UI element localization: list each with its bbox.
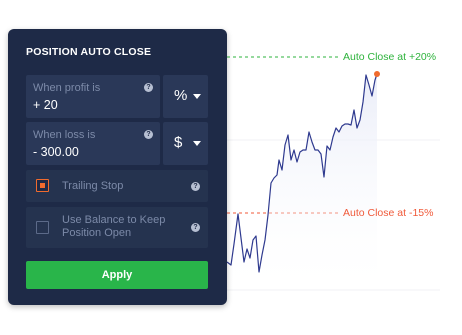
loss-field[interactable]: When loss is - 300.00 ? [26,122,160,165]
help-icon[interactable]: ? [191,182,200,191]
loss-field-value[interactable]: - 300.00 [33,145,79,159]
loss-unit-select[interactable]: $ [163,122,208,165]
price-area [227,74,377,300]
profit-field-label: When profit is [33,82,101,94]
trailing-stop-option[interactable]: Trailing Stop ? [26,170,208,202]
profit-field[interactable]: When profit is + 20 ? [26,75,160,118]
profit-unit-select[interactable]: % [163,75,208,118]
loss-field-label: When loss is [33,129,96,141]
trailing-stop-label: Trailing Stop [62,180,124,192]
stop-loss-label: Auto Close at -15% [343,207,434,219]
help-icon[interactable]: ? [144,130,153,139]
position-auto-close-panel: POSITION AUTO CLOSE When profit is + 20 … [8,29,227,305]
chevron-down-icon [193,94,201,99]
profit-unit-value: % [174,87,188,104]
current-price-marker [374,71,380,77]
chevron-down-icon [193,141,201,146]
use-balance-label: Use Balance to Keep Position Open [62,214,166,239]
help-icon[interactable]: ? [191,223,200,232]
use-balance-checkbox[interactable] [36,221,49,234]
help-icon[interactable]: ? [144,83,153,92]
profit-field-value[interactable]: + 20 [33,98,58,112]
trailing-stop-checkbox[interactable] [36,179,49,192]
take-profit-label: Auto Close at +20% [343,51,437,63]
apply-button[interactable]: Apply [26,261,208,289]
loss-unit-value: $ [174,134,183,151]
panel-title: POSITION AUTO CLOSE [26,46,152,58]
use-balance-option[interactable]: Use Balance to Keep Position Open ? [26,207,208,248]
